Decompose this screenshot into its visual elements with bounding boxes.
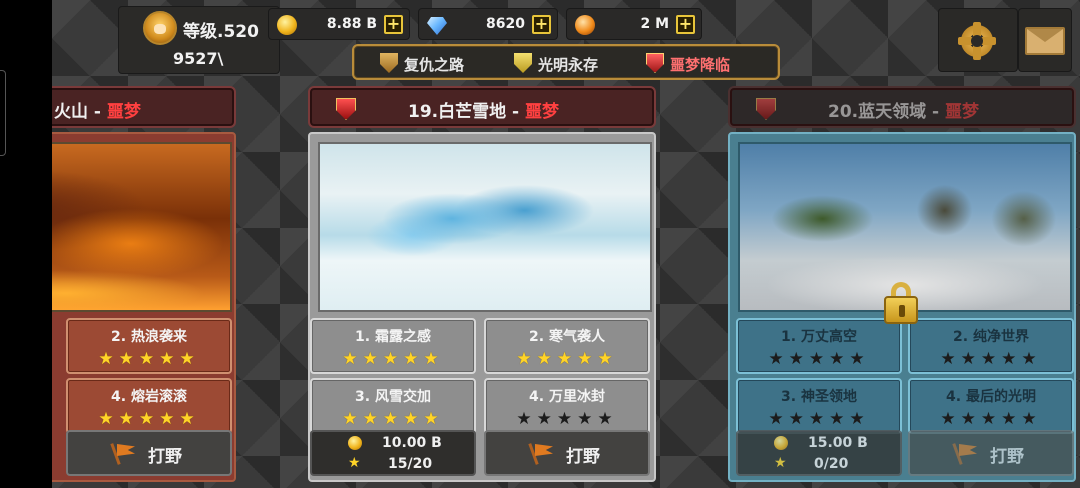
gold-amount: 8.88 B	[326, 16, 377, 32]
star-rating: ★★★★★	[768, 409, 870, 429]
map-difficulty: 噩梦	[106, 102, 141, 122]
map-card-header: 20.蓝天领域 - 噩梦	[728, 86, 1076, 128]
add-gold-button[interactable]: +	[384, 15, 403, 34]
star-progress: 0/20	[814, 456, 849, 472]
map-difficulty: 噩梦	[945, 102, 980, 122]
mail-button[interactable]	[1018, 8, 1072, 72]
star-progress: 15/20	[388, 456, 433, 472]
star-rating: ★★★★★	[342, 349, 444, 369]
hunt-button[interactable]: 打野	[66, 430, 232, 476]
player-profile-panel[interactable]: 等级.520 9527\	[118, 6, 280, 74]
stage-button[interactable]: 3. 风雪交加 ★★★★★	[310, 378, 476, 434]
stage-button[interactable]: 1. 霜露之感 ★★★★★	[310, 318, 476, 374]
orb-resource: 2 M +	[566, 8, 702, 40]
reward-gold: 10.00 B	[382, 435, 442, 451]
game-stage: 等级.520 9527\ 8.88 B + 8620 + 2 M + 复仇之路 …	[52, 0, 1080, 488]
difficulty-mode-bar: 复仇之路 光明永存 噩梦降临	[352, 44, 780, 80]
hunt-button[interactable]: 打野	[908, 430, 1074, 476]
map-card-snowfield: 19.白芒雪地 - 噩梦 1. 霜露之感 ★★★★★ 2. 寒气袭人 ★★★★★…	[308, 86, 656, 482]
add-orb-button[interactable]: +	[676, 15, 695, 34]
star-rating: ★★★★★	[98, 349, 200, 369]
reward-gold: 15.00 B	[808, 435, 868, 451]
star-icon: ★	[774, 455, 787, 471]
nightmare-shield-icon	[336, 98, 356, 120]
lock-icon	[884, 282, 918, 326]
gold-shield-icon	[514, 53, 532, 73]
map-name: 20.蓝天领域	[828, 102, 927, 122]
star-rating: ★★★★★	[940, 409, 1042, 429]
stage-button[interactable]: 3. 神圣领地 ★★★★★	[736, 378, 902, 434]
separator: -	[512, 102, 520, 122]
bronze-shield-icon	[380, 53, 398, 73]
mode-label: 噩梦降临	[670, 56, 731, 74]
star-rating: ★★★★★	[940, 349, 1042, 369]
screen-edge	[0, 70, 6, 156]
orb-amount: 2 M	[640, 16, 669, 32]
map-reward-info: 10.00 B ★ 15/20	[310, 430, 476, 476]
mode-label: 光明永存	[538, 56, 599, 74]
snowfield-scene-image	[318, 142, 652, 312]
map-difficulty: 噩梦	[525, 102, 560, 122]
mail-icon	[1025, 27, 1065, 55]
settings-button[interactable]	[938, 8, 1018, 72]
hunt-button[interactable]: 打野	[484, 430, 650, 476]
diamond-amount: 8620	[486, 16, 525, 32]
map-card-frame: 1. 霜露之感 ★★★★★ 2. 寒气袭人 ★★★★★ 3. 风雪交加 ★★★★…	[308, 132, 656, 482]
stage-button[interactable]: 2. 寒气袭人 ★★★★★	[484, 318, 650, 374]
add-diamond-button[interactable]: +	[532, 15, 551, 34]
star-icon: ★	[348, 455, 361, 471]
stage-button[interactable]: 4. 最后的光明 ★★★★★	[908, 378, 1074, 434]
star-rating: ★★★★★	[98, 409, 200, 429]
mode-label: 复仇之路	[404, 56, 465, 74]
orange-orb-icon	[575, 15, 595, 35]
map-card-header: 19.白芒雪地 - 噩梦	[308, 86, 656, 128]
player-level: 等级.520	[183, 22, 259, 42]
star-rating: ★★★★★	[768, 349, 870, 369]
gold-coin-icon	[277, 15, 297, 35]
diamond-icon	[427, 17, 447, 35]
player-power: 9527\	[173, 49, 224, 68]
map-name: 19.白芒雪地	[408, 102, 507, 122]
stage-button[interactable]: 4. 万里冰封 ★★★★★	[484, 378, 650, 434]
stage-button[interactable]: 2. 纯净世界 ★★★★★	[908, 318, 1074, 374]
nightmare-shield-icon	[756, 98, 776, 120]
star-rating: ★★★★★	[516, 349, 618, 369]
map-card-volcano: 火山 - 噩梦 2. 热浪袭来 ★★★★★ 4. 熔岩滚滚 ★★★★★ 打野	[52, 86, 236, 482]
star-rating: ★★★★★	[342, 409, 444, 429]
separator: -	[932, 102, 940, 122]
stage-button[interactable]: 4. 熔岩滚滚 ★★★★★	[66, 378, 232, 434]
player-avatar-icon[interactable]	[143, 11, 177, 45]
gear-icon	[958, 22, 996, 60]
flag-icon	[954, 443, 978, 465]
gold-coin-icon	[348, 436, 362, 450]
flag-icon	[530, 443, 554, 465]
map-name: 火山	[54, 102, 88, 122]
gold-coin-icon	[774, 436, 788, 450]
map-reward-info: 15.00 B ★ 0/20	[736, 430, 902, 476]
stage-button[interactable]: 1. 万丈高空 ★★★★★	[736, 318, 902, 374]
map-card-frame: 2. 热浪袭来 ★★★★★ 4. 熔岩滚滚 ★★★★★ 打野	[52, 132, 236, 482]
red-shield-icon	[646, 53, 664, 73]
gold-resource: 8.88 B +	[268, 8, 410, 40]
volcano-scene-image	[52, 142, 232, 312]
diamond-resource: 8620 +	[418, 8, 558, 40]
map-card-header: 火山 - 噩梦	[52, 86, 236, 128]
separator: -	[93, 102, 101, 122]
stage-button[interactable]: 2. 热浪袭来 ★★★★★	[66, 318, 232, 374]
star-rating: ★★★★★	[516, 409, 618, 429]
flag-icon	[112, 443, 136, 465]
